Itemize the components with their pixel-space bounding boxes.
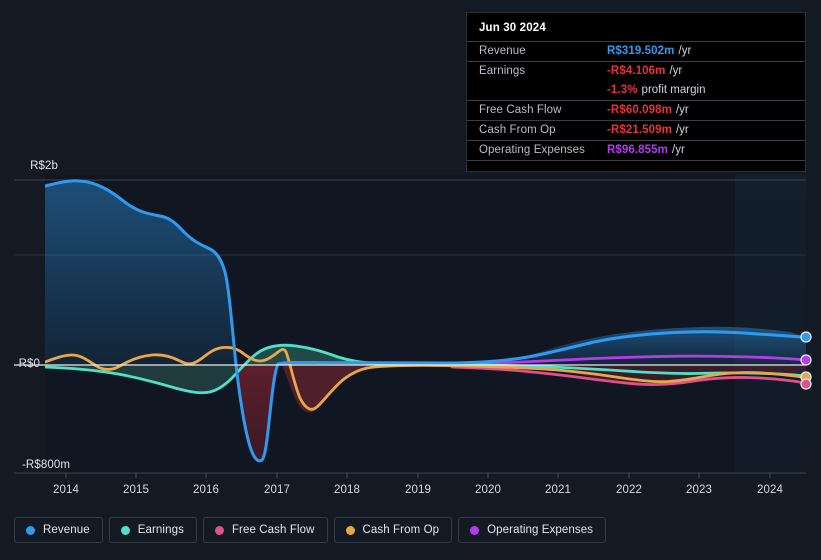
tooltip-row-revenue: Revenue R$319.502m /yr — [467, 41, 805, 61]
y-axis-label-zero: R$0 — [18, 358, 40, 370]
tooltip-unit-revenue: /yr — [678, 45, 692, 57]
tooltip-value-cash-from-op: -R$21.509m — [607, 124, 672, 136]
endpoint-free-cash-flow — [800, 378, 812, 390]
x-axis-label-2018: 2018 — [334, 484, 360, 496]
tooltip-row-cash-from-op: Cash From Op -R$21.509m /yr — [467, 120, 805, 140]
tooltip-footer-rule — [467, 160, 805, 165]
tooltip-date: Jun 30 2024 — [479, 22, 546, 34]
tooltip-unit-free-cash-flow: /yr — [675, 104, 689, 116]
tooltip-label-earnings: Earnings — [479, 65, 526, 77]
legend-item-earnings[interactable]: Earnings — [108, 517, 197, 543]
tooltip-value-profit-margin: -1.3% — [607, 84, 638, 96]
x-axis-label-2022: 2022 — [616, 484, 642, 496]
tooltip-row-operating-expenses: Operating Expenses R$96.855m /yr — [467, 140, 805, 160]
legend-dot-revenue-icon — [26, 525, 35, 535]
legend-label-revenue: Revenue — [43, 524, 90, 536]
endpoint-revenue — [800, 331, 812, 343]
x-axis-label-2017: 2017 — [264, 484, 290, 496]
tooltip-row-free-cash-flow: Free Cash Flow -R$60.098m /yr — [467, 100, 805, 120]
tooltip-value-earnings: -R$4.106m — [607, 65, 666, 77]
y-axis-label-bottom: -R$800m — [22, 459, 70, 471]
legend-dot-cash-from-op-icon — [345, 525, 355, 535]
financial-chart: R$2b R$0 -R$800m 2014 2015 2016 2017 201… — [0, 0, 821, 560]
series-endpoint-markers — [800, 331, 812, 390]
x-axis-label-2015: 2015 — [123, 484, 149, 496]
legend-label-cash-from-op: Cash From Op — [362, 524, 440, 536]
tooltip-unit-profit-margin: profit margin — [641, 84, 706, 96]
tooltip-unit-earnings: /yr — [669, 65, 683, 77]
x-axis-label-2020: 2020 — [475, 484, 501, 496]
tooltip-row-profit-margin: -1.3% profit margin — [467, 81, 805, 100]
legend-dot-operating-expenses-icon — [470, 525, 480, 535]
legend-item-cash-from-op[interactable]: Cash From Op — [333, 517, 453, 543]
x-axis-label-2021: 2021 — [545, 484, 571, 496]
x-axis-label-2016: 2016 — [193, 484, 219, 496]
y-axis-label-top: R$2b — [30, 160, 58, 172]
legend-item-revenue[interactable]: Revenue — [14, 517, 103, 543]
tooltip-label-revenue: Revenue — [479, 45, 526, 57]
tooltip-row-earnings: Earnings -R$4.106m /yr — [467, 61, 805, 81]
tooltip-value-revenue: R$319.502m — [607, 45, 675, 57]
legend-label-earnings: Earnings — [137, 524, 184, 536]
x-axis-ticks — [65, 473, 771, 478]
legend-label-operating-expenses: Operating Expenses — [487, 524, 594, 536]
x-axis-label-2014: 2014 — [53, 484, 79, 496]
tooltip-label-free-cash-flow: Free Cash Flow — [479, 104, 562, 116]
legend-dot-free-cash-flow-icon — [214, 525, 224, 535]
tooltip-unit-operating-expenses: /yr — [672, 144, 685, 156]
tooltip-unit-cash-from-op: /yr — [675, 124, 689, 136]
legend-label-free-cash-flow: Free Cash Flow — [231, 524, 315, 536]
x-axis-label-2024: 2024 — [757, 484, 783, 496]
x-axis-label-2023: 2023 — [686, 484, 712, 496]
tooltip-label-cash-from-op: Cash From Op — [479, 124, 556, 136]
chart-legend: Revenue Earnings Free Cash Flow Cash Fro… — [14, 517, 607, 543]
x-axis-label-2019: 2019 — [405, 484, 431, 496]
tooltip-value-operating-expenses: R$96.855m — [607, 144, 668, 156]
chart-tooltip: Jun 30 2024 Revenue R$319.502m /yr Earni… — [466, 12, 806, 172]
legend-item-free-cash-flow[interactable]: Free Cash Flow — [202, 517, 328, 543]
legend-item-operating-expenses[interactable]: Operating Expenses — [458, 517, 607, 543]
tooltip-value-free-cash-flow: -R$60.098m — [607, 104, 672, 116]
endpoint-operating-expenses — [800, 354, 812, 366]
highlight-band — [735, 175, 806, 473]
legend-dot-earnings-icon — [120, 525, 130, 535]
tooltip-label-operating-expenses: Operating Expenses — [479, 144, 586, 156]
